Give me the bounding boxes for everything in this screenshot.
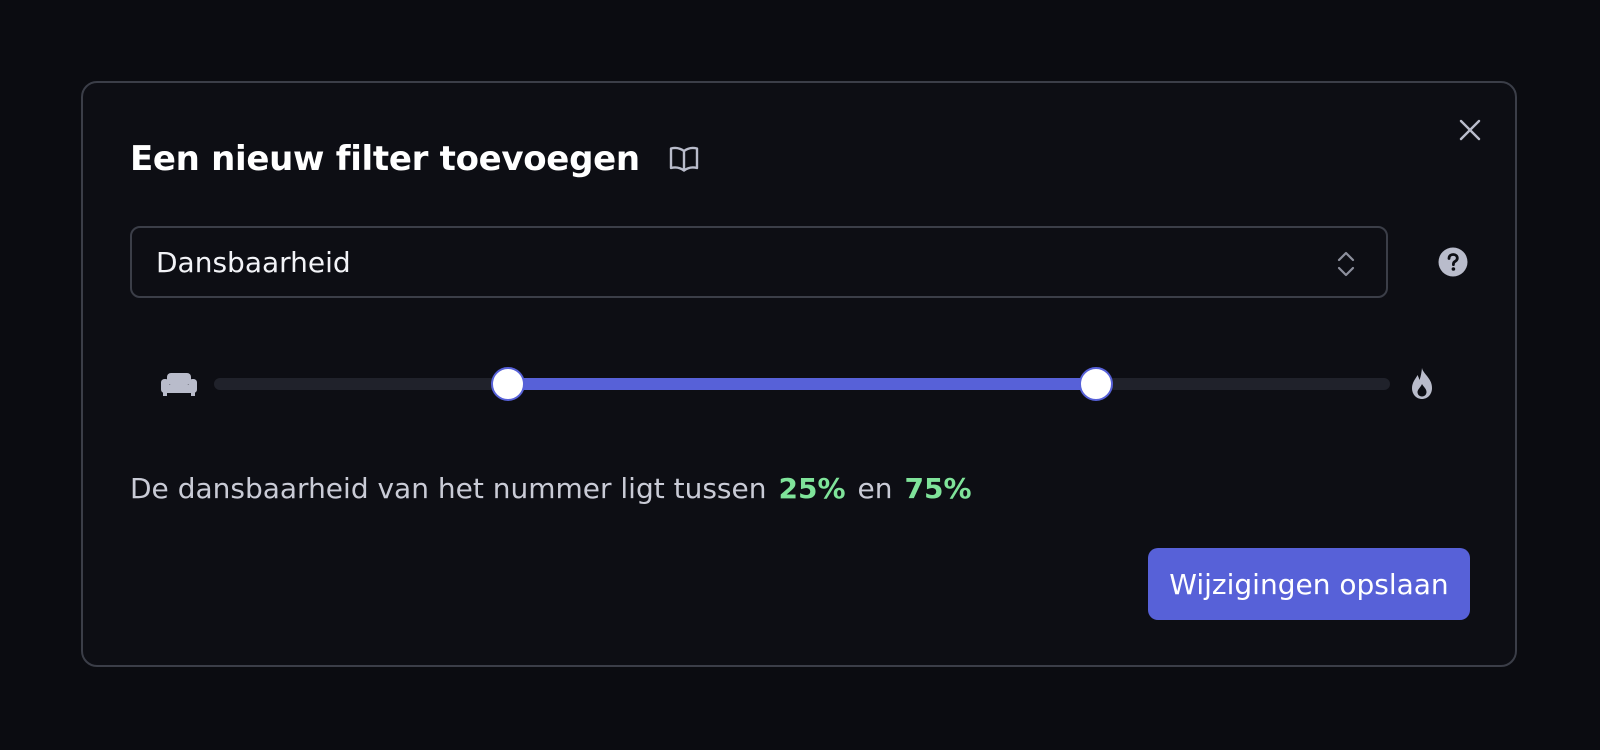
- fire-icon: [1412, 368, 1432, 399]
- dialog-header: Een nieuw filter toevoegen: [130, 134, 700, 184]
- description-connector: en: [857, 471, 893, 505]
- danceability-range-slider: [160, 364, 1436, 404]
- upper-value: 75%: [904, 471, 972, 505]
- filter-type-value: Dansbaarheid: [156, 245, 351, 279]
- book-open-icon[interactable]: [668, 144, 700, 174]
- range-description: De dansbaarheid van het nummer ligt tuss…: [130, 466, 984, 510]
- range-track[interactable]: [214, 367, 1390, 401]
- chevron-up-down-icon: [1337, 251, 1355, 277]
- lower-value: 25%: [778, 471, 846, 505]
- range-thumb-lower[interactable]: [491, 367, 525, 401]
- save-changes-button[interactable]: Wijzigingen opslaan: [1148, 548, 1470, 620]
- range-fill: [508, 378, 1096, 390]
- close-button[interactable]: [1456, 116, 1484, 144]
- dialog-title: Een nieuw filter toevoegen: [130, 139, 640, 179]
- question-circle-icon[interactable]: [1438, 247, 1468, 277]
- couch-icon: [161, 373, 197, 396]
- close-icon: [1459, 119, 1481, 141]
- range-thumb-upper[interactable]: [1079, 367, 1113, 401]
- description-prefix: De dansbaarheid van het nummer ligt tuss…: [130, 471, 767, 505]
- filter-type-select[interactable]: Dansbaarheid: [130, 226, 1388, 298]
